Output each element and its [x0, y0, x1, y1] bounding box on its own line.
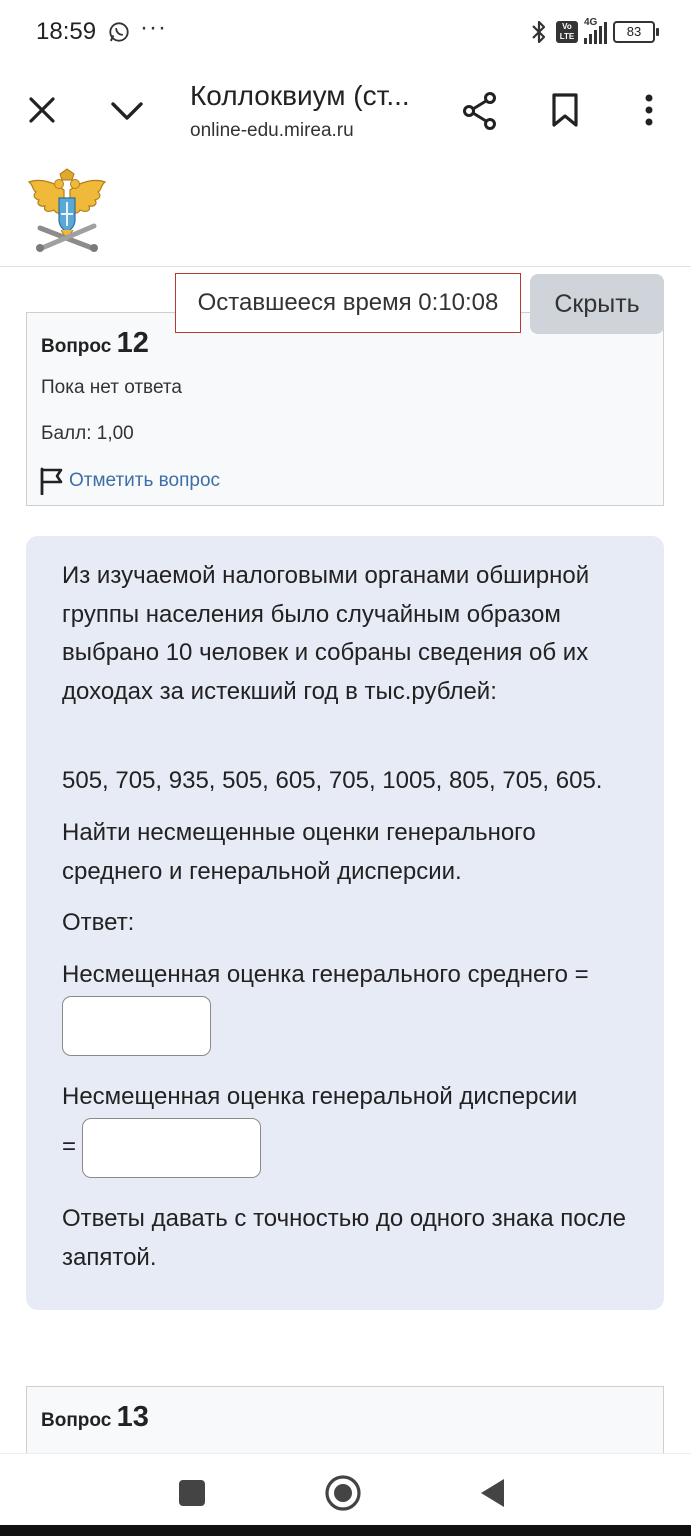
status-indicators: Vo LTE 4G 83: [528, 17, 659, 46]
bottom-strip: [0, 1525, 691, 1536]
question-intro: Из изучаемой налоговыми органами обширно…: [62, 562, 590, 705]
question-number-13: 13: [116, 1401, 149, 1433]
status-time: 18:59: [36, 18, 97, 45]
page-url[interactable]: online-edu.mirea.ru: [190, 120, 354, 142]
question-info-card: Вопрос 12 Пока нет ответа Балл: 1,00 Отм…: [26, 312, 664, 506]
nav-home-icon[interactable]: [324, 1474, 362, 1512]
question-score: Балл: 1,00: [41, 423, 134, 444]
question-task: Найти несмещенные оценки генерального ср…: [62, 819, 536, 885]
question-label: Вопрос 12: [41, 327, 149, 360]
more-vert-icon[interactable]: [642, 93, 656, 127]
network-type: 4G: [584, 17, 598, 28]
status-overflow-dots: ···: [140, 14, 167, 41]
volte-badge: Vo LTE: [556, 21, 578, 43]
university-emblem-icon[interactable]: [26, 168, 108, 256]
nav-recents-icon[interactable]: [178, 1479, 206, 1507]
question-label-13: Вопрос 13: [41, 1401, 149, 1434]
question-number: 12: [116, 327, 149, 359]
flag-question-link[interactable]: Отметить вопрос: [39, 467, 220, 495]
site-header: [0, 160, 691, 267]
answer-status: Пока нет ответа: [41, 377, 182, 398]
signal-icon: 4G: [584, 17, 607, 44]
answer-label: Ответ:: [62, 909, 135, 936]
flag-question-label[interactable]: Отметить вопрос: [69, 470, 220, 492]
share-icon[interactable]: [462, 92, 498, 130]
hide-timer-button[interactable]: Скрыть: [530, 274, 664, 334]
page-title[interactable]: Коллоквиум (ст...: [190, 80, 410, 112]
bluetooth-icon: [532, 20, 546, 44]
variance-answer-input[interactable]: [82, 1118, 261, 1178]
remaining-time-box: Оставшееся время 0:10:08: [175, 273, 521, 333]
variance-equals: =: [62, 1133, 77, 1160]
flag-icon[interactable]: [39, 467, 65, 495]
nav-back-icon[interactable]: [478, 1477, 506, 1509]
mean-answer-input[interactable]: [62, 996, 211, 1056]
browser-toolbar: Коллоквиум (ст... online-edu.mirea.ru: [0, 64, 691, 161]
question-data: 505, 705, 935, 505, 605, 705, 1005, 805,…: [62, 767, 603, 794]
chevron-down-icon[interactable]: [110, 100, 144, 122]
question-word: Вопрос: [41, 336, 112, 357]
mean-label: Несмещенная оценка генерального среднего…: [62, 961, 589, 988]
system-nav-bar: [0, 1453, 691, 1526]
battery-icon: 83: [613, 21, 659, 43]
question-content: Из изучаемой налоговыми органами обширно…: [26, 536, 664, 1310]
whatsapp-icon: [109, 22, 129, 42]
bookmark-icon[interactable]: [551, 92, 579, 128]
variance-label: Несмещенная оценка генеральной дисперсии: [62, 1083, 578, 1110]
precision-note: Ответы давать с точностью до одного знак…: [62, 1205, 626, 1271]
question-word-13: Вопрос: [41, 1410, 112, 1431]
close-icon[interactable]: [28, 96, 56, 124]
status-bar: 18:59 ··· Vo LTE 4G 83: [0, 0, 691, 64]
